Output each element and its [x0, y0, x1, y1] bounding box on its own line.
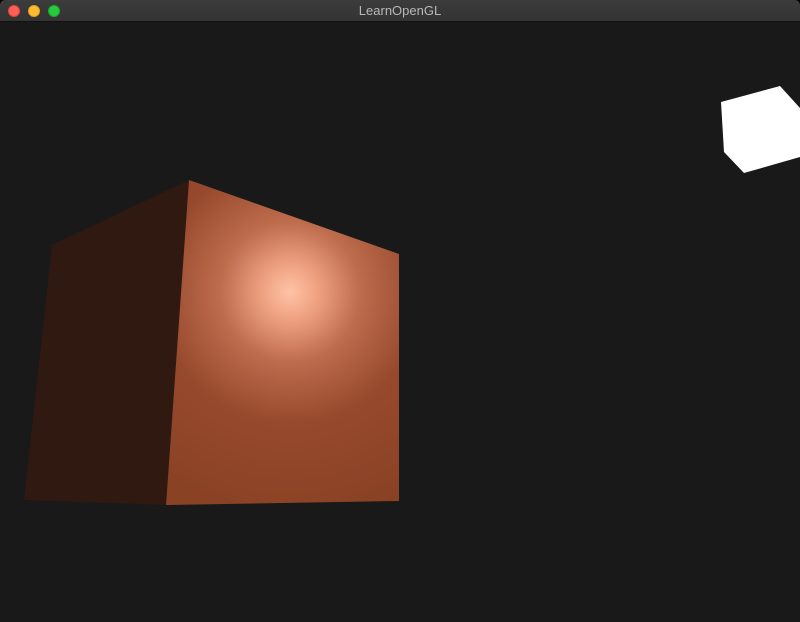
- window-title: LearnOpenGL: [358, 3, 442, 18]
- app-window: LearnOpenGL: [0, 0, 800, 622]
- opengl-viewport[interactable]: [0, 22, 800, 622]
- render-canvas: [0, 22, 800, 622]
- light-cube: [721, 86, 800, 173]
- title-bar[interactable]: LearnOpenGL: [0, 0, 800, 22]
